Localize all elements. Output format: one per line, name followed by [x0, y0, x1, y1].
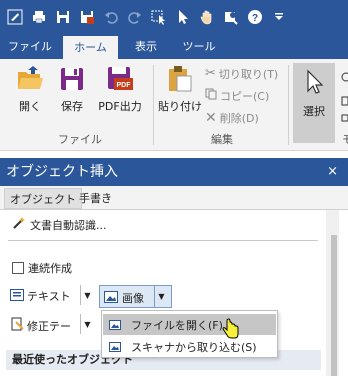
- correction-button-label: 修正テー: [27, 319, 71, 333]
- group-separator: [153, 65, 154, 145]
- group-separator: [288, 65, 289, 145]
- file-group-label: ファイル: [58, 133, 102, 146]
- pointer-select-icon[interactable]: [150, 8, 168, 26]
- menu-item-scan[interactable]: スキャナから取り込む(S): [103, 336, 276, 357]
- cut-off-group-label: モ: [342, 133, 348, 146]
- copy-icon: [205, 88, 217, 103]
- app-icon[interactable]: [6, 8, 24, 26]
- image-dropdown-arrow[interactable]: ▼: [154, 286, 168, 307]
- image-icon: [109, 341, 121, 352]
- save-icon[interactable]: [54, 8, 72, 26]
- save-button[interactable]: 保存: [52, 65, 92, 125]
- quick-access-toolbar: ?: [0, 0, 348, 34]
- pdf-export-label: PDF出力: [98, 100, 142, 113]
- folder-open-icon: [16, 65, 44, 93]
- arrow-cursor-icon[interactable]: [174, 8, 192, 26]
- cut-label: 切り取り(T): [218, 67, 279, 81]
- text-box-icon: [10, 288, 24, 304]
- task-pane-title: オブジェクト挿入: [6, 164, 118, 180]
- copy-label: コピー(C): [220, 89, 270, 103]
- customize-dropdown-icon[interactable]: [270, 8, 288, 26]
- paste-button[interactable]: 貼り付け: [158, 65, 202, 125]
- save-label: 保存: [61, 100, 83, 113]
- auto-recognize-label: 文書自動認識...: [30, 218, 107, 232]
- correction-tape-icon: [10, 317, 24, 334]
- pdf-export-button[interactable]: PDF PDF出力: [97, 65, 143, 125]
- text-button[interactable]: テキスト: [10, 288, 71, 304]
- tab-view[interactable]: 表示: [126, 34, 166, 59]
- auto-recognize-button[interactable]: 文書自動認識...: [12, 216, 107, 233]
- text-dropdown-arrow[interactable]: ▼: [80, 285, 94, 305]
- help-icon[interactable]: ?: [246, 8, 264, 26]
- pdf-export-icon: PDF: [106, 65, 134, 93]
- open-label: 開く: [19, 100, 41, 113]
- paste-icon: [165, 65, 193, 93]
- zoom-icon[interactable]: [222, 8, 240, 26]
- close-icon[interactable]: ×: [327, 158, 338, 186]
- task-pane-body: 文書自動認識... 連続作成 テキスト ▼ 画像 ▼ 修正テー ▼ 最近使ったオ…: [0, 210, 348, 376]
- svg-text:PDF: PDF: [117, 82, 132, 89]
- select-button[interactable]: 選択: [293, 63, 335, 143]
- ribbon: 開く 保存 PDF PDF出力 ファイル 貼り付け ✂ 切り取り(T) コピー(…: [0, 59, 348, 151]
- delete-button[interactable]: ✕ 削除(D): [205, 108, 259, 127]
- tab-file[interactable]: ファイル: [5, 34, 55, 59]
- checkbox-box: [12, 262, 24, 274]
- edit-group-label: 編集: [211, 133, 233, 146]
- redo-icon[interactable]: [126, 8, 144, 26]
- image-button-label: 画像: [122, 292, 144, 305]
- delete-label: 削除(D): [219, 111, 259, 125]
- correction-button[interactable]: 修正テー: [10, 317, 71, 334]
- image-icon: [104, 291, 118, 306]
- image-button[interactable]: 画像 ▼: [99, 285, 172, 308]
- hand-icon[interactable]: [198, 8, 216, 26]
- image-dropdown-menu: ファイルを開く(F) スキャナから取り込む(S): [101, 310, 278, 358]
- open-button[interactable]: 開く: [10, 65, 50, 125]
- paste-label: 貼り付け: [158, 100, 202, 113]
- continuous-create-checkbox[interactable]: 連続作成: [12, 260, 72, 276]
- ribbon-tabs: ファイル ホーム 表示 ツール: [0, 34, 348, 59]
- hand-pointer-cursor-icon: [222, 318, 240, 343]
- more-tools-icon[interactable]: [340, 71, 348, 134]
- copy-button[interactable]: コピー(C): [205, 86, 269, 105]
- menu-item-open-file[interactable]: ファイルを開く(F): [103, 314, 276, 335]
- delete-x-icon: ✕: [205, 109, 217, 126]
- task-pane-title-bar: オブジェクト挿入 ×: [0, 158, 348, 186]
- continuous-create-label: 連続作成: [28, 262, 72, 275]
- tab-handwriting[interactable]: 手書き: [74, 188, 117, 209]
- arrow-cursor-icon: [293, 63, 335, 99]
- text-button-label: テキスト: [27, 290, 71, 303]
- divider: [8, 240, 318, 241]
- scroll-thumb[interactable]: [331, 235, 337, 376]
- tab-object[interactable]: オブジェクト: [4, 188, 82, 209]
- image-icon: [109, 319, 121, 330]
- undo-icon[interactable]: [102, 8, 120, 26]
- scissors-icon: ✂: [205, 66, 216, 81]
- menu-item-label: ファイルを開く(F): [131, 318, 223, 332]
- select-label: 選択: [303, 105, 325, 118]
- svg-text:?: ?: [252, 13, 258, 24]
- task-pane-tabs: オブジェクト 手書き: [0, 186, 348, 210]
- wand-icon: [12, 216, 26, 233]
- print-icon[interactable]: [30, 8, 48, 26]
- tab-tools[interactable]: ツール: [174, 34, 224, 59]
- tab-home[interactable]: ホーム: [63, 36, 118, 59]
- correction-dropdown-arrow[interactable]: ▼: [80, 314, 94, 334]
- save-pdf-icon[interactable]: [78, 8, 96, 26]
- save-icon: [58, 65, 86, 93]
- cut-button[interactable]: ✂ 切り取り(T): [205, 64, 278, 83]
